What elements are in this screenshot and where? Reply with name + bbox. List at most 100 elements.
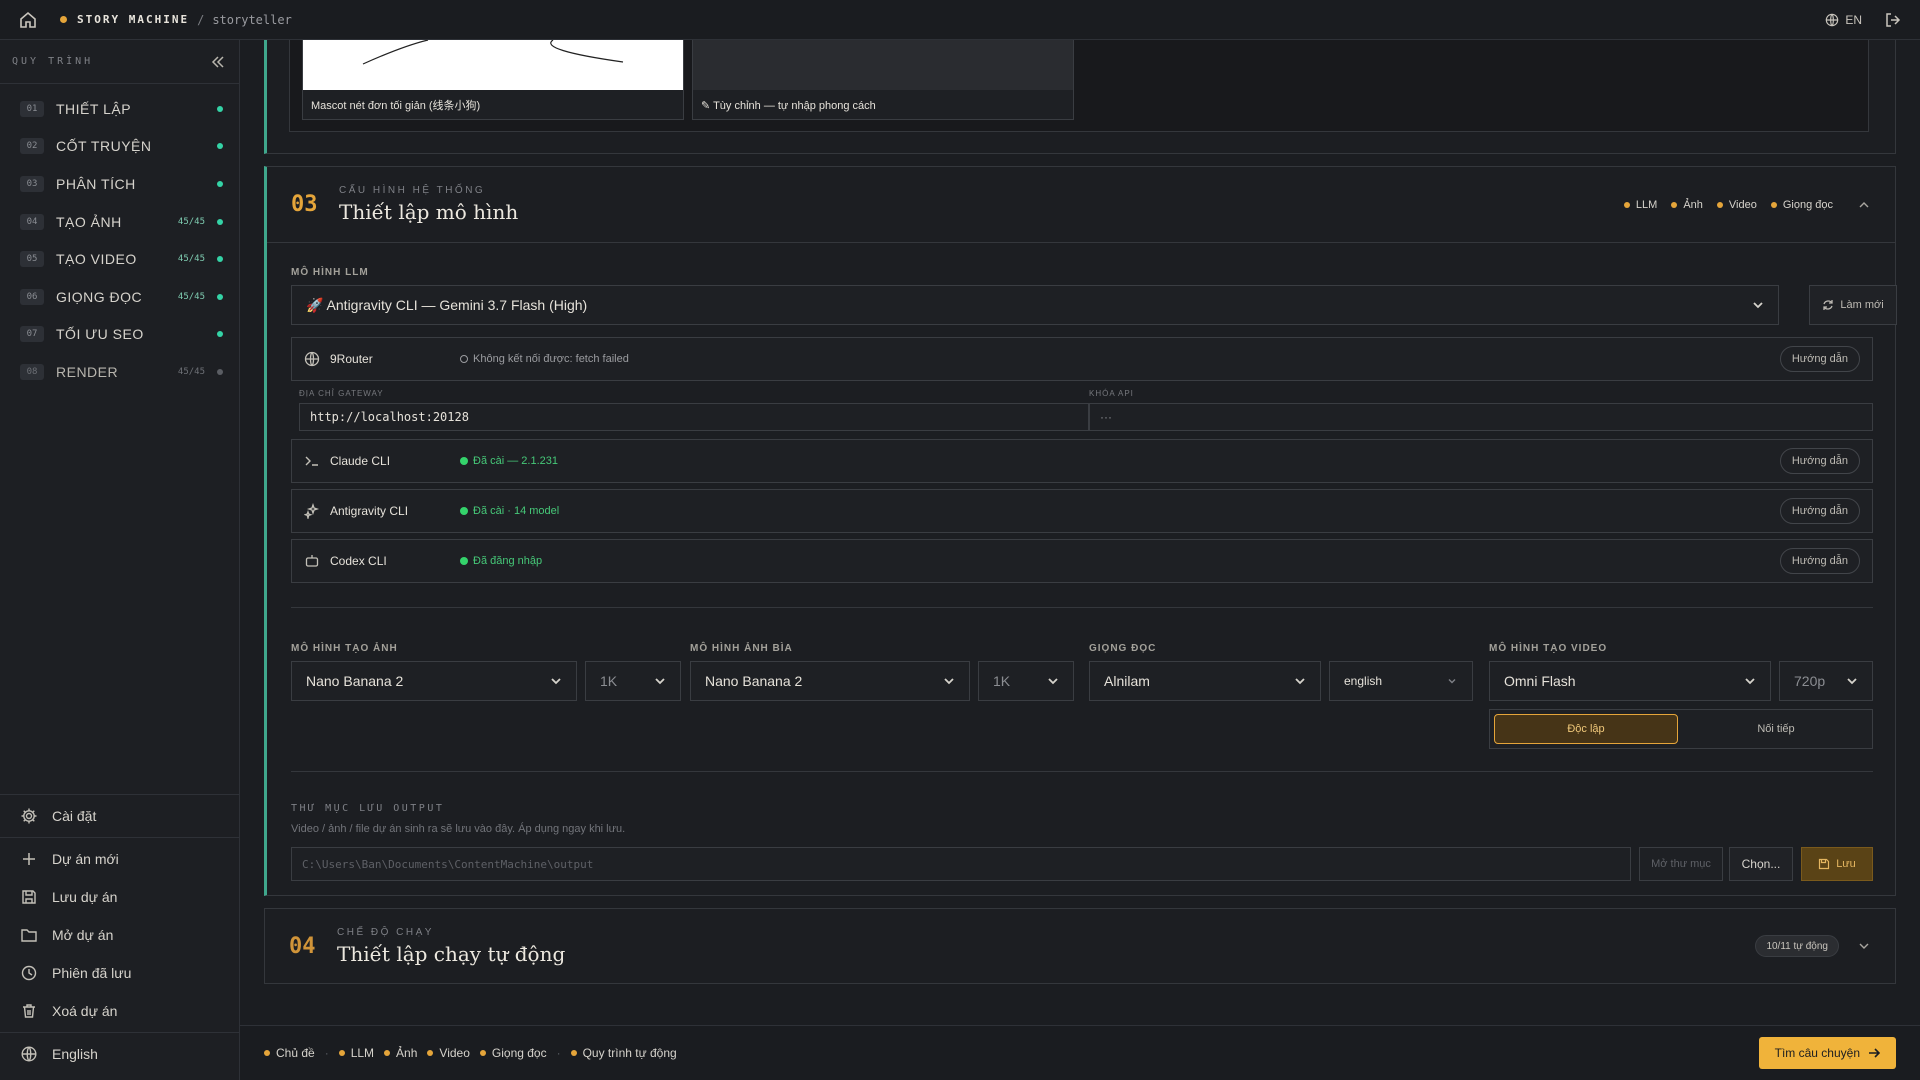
voice-language-select[interactable]: english (1329, 661, 1473, 701)
video-model-value: Omni Flash (1504, 673, 1576, 689)
save-project-label: Lưu dự án (52, 889, 118, 905)
logout-icon[interactable] (1884, 11, 1902, 29)
voice-select[interactable]: Alnilam (1089, 661, 1321, 701)
sidebar-step-images[interactable]: 04 TẠO ẢNH 45/45 (0, 203, 239, 241)
chevron-down-icon (1753, 302, 1763, 309)
cover-model-label: MÔ HÌNH ẢNH BÌA (690, 643, 793, 654)
style-tiles: Mascot nét đơn tối giản (线条小狗) ✎ Tùy chỉ… (289, 40, 1869, 132)
delete-project-button[interactable]: Xoá dự án (0, 992, 240, 1030)
api-key-input[interactable]: ··· (1089, 403, 1873, 431)
language-switcher[interactable]: EN (1825, 13, 1862, 27)
image-model-label: MÔ HÌNH TẠO ẢNH (291, 643, 398, 654)
save-project-button[interactable]: Lưu dự án (0, 878, 240, 916)
provider-row-claude: Claude CLI Đã cài — 2.1.231 Hướng dẫn (291, 439, 1873, 483)
step-label: GIỌNG ĐỌC (56, 288, 143, 305)
mode-sequential-button[interactable]: Nối tiếp (1684, 714, 1868, 744)
provider-name: Claude CLI (330, 454, 391, 468)
provider-row-antigravity: Antigravity CLI Đã cài · 14 model Hướng … (291, 489, 1873, 533)
section-number: 04 (289, 933, 316, 959)
open-project-button[interactable]: Mở dự án (0, 916, 240, 954)
crumb-video: Video (427, 1046, 470, 1060)
video-model-label: MÔ HÌNH TẠO VIDEO (1489, 643, 1608, 654)
gateway-input[interactable]: http://localhost:20128 (299, 403, 1089, 431)
sidebar-header: QUY TRÌNH (0, 40, 239, 84)
mode-independent-button[interactable]: Độc lập (1494, 714, 1678, 744)
step-status-dot (217, 180, 223, 187)
cover-model-value: Nano Banana 2 (705, 673, 803, 689)
open-folder-button[interactable]: Mở thư mục (1639, 847, 1723, 881)
guide-button[interactable]: Hướng dẫn (1779, 498, 1860, 524)
chevron-down-icon[interactable] (1857, 939, 1871, 953)
new-project-button[interactable]: Dự án mới (0, 840, 240, 878)
cover-model-select[interactable]: Nano Banana 2 (690, 661, 970, 701)
step-number: 02 (20, 138, 44, 155)
save-output-button[interactable]: Lưu (1801, 847, 1873, 881)
provider-status: Không kết nối được: fetch failed (460, 353, 629, 365)
api-key-label: KHÓA API (1089, 389, 1134, 398)
video-resolution-select[interactable]: 720p (1779, 661, 1873, 701)
style-tile-caption: ✎ Tùy chỉnh — tự nhập phong cách (701, 99, 876, 112)
home-icon[interactable] (18, 10, 38, 30)
sidebar-step-video[interactable]: 05 TẠO VIDEO 45/45 (0, 240, 239, 278)
chevron-down-icon (1295, 678, 1305, 685)
section-title: Thiết lập mô hình (339, 200, 519, 224)
find-story-button[interactable]: Tìm câu chuyện (1758, 1037, 1896, 1069)
section-header[interactable]: 03 CẤU HÌNH HỆ THỐNG Thiết lập mô hình L… (267, 167, 1895, 243)
style-tile-mascot[interactable]: Mascot nét đơn tối giản (线条小狗) (302, 40, 684, 120)
llm-model-select[interactable]: 🚀 Antigravity CLI — Gemini 3.7 Flash (Hi… (291, 285, 1779, 325)
save-icon (1819, 858, 1830, 870)
cover-resolution-select[interactable]: 1K (978, 661, 1074, 701)
gateway-label: ĐỊA CHỈ GATEWAY (299, 389, 384, 398)
collapse-sidebar-icon[interactable] (209, 53, 227, 71)
step-number: 07 (20, 326, 44, 343)
guide-button[interactable]: Hướng dẫn (1779, 548, 1860, 574)
sidebar-step-voice[interactable]: 06 GIỌNG ĐỌC 45/45 (0, 278, 239, 316)
find-story-label: Tìm câu chuyện (1774, 1046, 1860, 1060)
terminal-icon (305, 456, 318, 466)
style-tile-custom[interactable]: ✎ Tùy chỉnh — tự nhập phong cách (692, 40, 1074, 120)
image-model-select[interactable]: Nano Banana 2 (291, 661, 577, 701)
chevron-up-icon[interactable] (1857, 198, 1871, 212)
sidebar: QUY TRÌNH 01 THIẾT LẬP 02 CỐT TRUYỆN 03 … (0, 40, 240, 1080)
step-status-dot (217, 368, 223, 375)
workflow-steps: 01 THIẾT LẬP 02 CỐT TRUYỆN 03 PHÂN TÍCH … (0, 84, 239, 391)
step-label: THIẾT LẬP (56, 100, 132, 117)
provider-status: Đã cài — 2.1.231 (460, 455, 558, 467)
crumb-topic: Chủ đề (264, 1046, 315, 1060)
saved-sessions-button[interactable]: Phiên đã lưu (0, 954, 240, 992)
step-number: 01 (20, 100, 44, 117)
sidebar-step-setup[interactable]: 01 THIẾT LẬP (0, 90, 239, 128)
video-model-select[interactable]: Omni Flash (1489, 661, 1771, 701)
step-count: 45/45 (177, 291, 205, 302)
voice-value: Alnilam (1104, 673, 1150, 689)
chevron-down-icon (655, 678, 665, 685)
gear-icon (21, 808, 37, 824)
section-tags: LLM Ảnh Video Giọng đọc (1623, 198, 1871, 212)
refresh-label: Làm mới (1840, 299, 1884, 311)
language-button[interactable]: English (0, 1035, 240, 1073)
auto-count-badge: 10/11 tự động (1755, 935, 1839, 957)
refresh-button[interactable]: Làm mới (1809, 285, 1897, 325)
auto-run-section[interactable]: 04 CHẾ ĐỘ CHẠY Thiết lập chạy tự động 10… (264, 908, 1896, 984)
settings-button[interactable]: Cài đặt (0, 797, 240, 835)
sidebar-step-analysis[interactable]: 03 PHÂN TÍCH (0, 165, 239, 203)
step-count: 45/45 (177, 366, 205, 377)
choose-folder-button[interactable]: Chọn... (1729, 847, 1793, 881)
output-folder-input[interactable]: C:\Users\Ban\Documents\ContentMachine\ou… (291, 847, 1631, 881)
image-resolution-select[interactable]: 1K (585, 661, 681, 701)
guide-button[interactable]: Hướng dẫn (1779, 346, 1860, 372)
step-status-dot (217, 331, 223, 338)
provider-row-codex: Codex CLI Đã đăng nhập Hướng dẫn (291, 539, 1873, 583)
sidebar-step-render[interactable]: 08 RENDER 45/45 (0, 353, 239, 391)
crumb-auto-workflow: Quy trình tự động (570, 1046, 677, 1060)
section-title: Thiết lập chạy tự động (337, 941, 566, 966)
section-eyebrow: CHẾ ĐỘ CHẠY (337, 926, 434, 938)
section-eyebrow: CẤU HÌNH HỆ THỐNG (339, 185, 486, 196)
chevron-down-icon (551, 678, 561, 685)
top-bar: STORY MACHINE / storyteller EN (0, 0, 1920, 40)
sidebar-step-seo[interactable]: 07 TỐI ƯU SEO (0, 316, 239, 354)
step-label: CỐT TRUYỆN (56, 138, 152, 155)
model-settings-section: 03 CẤU HÌNH HỆ THỐNG Thiết lập mô hình L… (264, 166, 1897, 896)
guide-button[interactable]: Hướng dẫn (1779, 448, 1860, 474)
sidebar-step-plot[interactable]: 02 CỐT TRUYỆN (0, 128, 239, 166)
